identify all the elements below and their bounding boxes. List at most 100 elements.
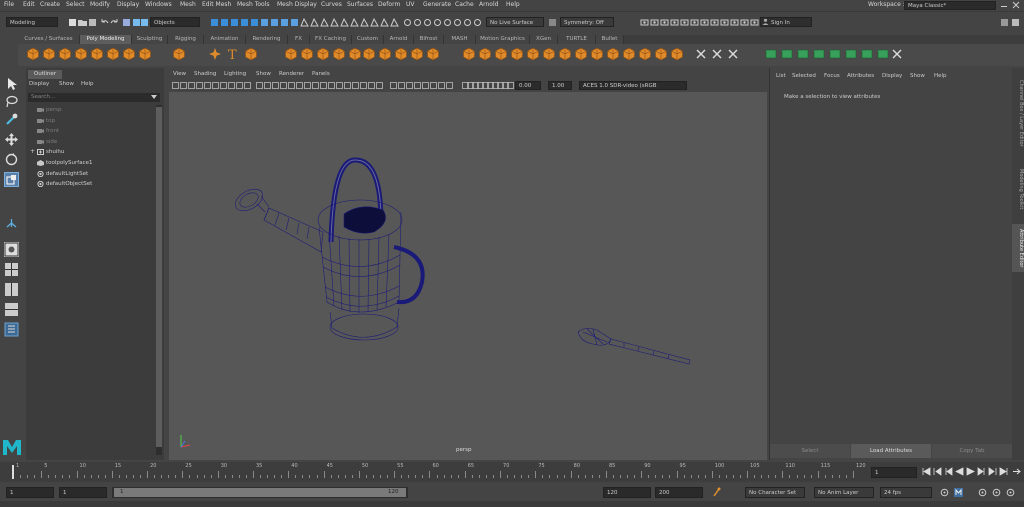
- single-perspective-layout-icon[interactable]: [4, 242, 19, 257]
- fps-dropdown[interactable]: 24 fps: [880, 487, 932, 498]
- outliner-menu-show[interactable]: Show: [59, 81, 74, 87]
- viewport-tool-icon-16[interactable]: [296, 82, 303, 89]
- tab-custom[interactable]: Custom: [352, 35, 384, 44]
- current-frame-field[interactable]: 1: [871, 467, 917, 478]
- offset-loop-icon[interactable]: [606, 47, 620, 61]
- selection-mask-icon-6[interactable]: [260, 18, 269, 27]
- render-icon-10[interactable]: [730, 18, 739, 27]
- exposure-field[interactable]: 0.00: [515, 81, 541, 90]
- attribute-menu-show[interactable]: Show: [910, 73, 925, 79]
- tab-bifrost[interactable]: Bifrost: [414, 35, 444, 44]
- selection-mode-field[interactable]: Objects: [150, 17, 200, 27]
- live-surface-field[interactable]: No Live Surface: [486, 17, 544, 27]
- search-dropdown-icon[interactable]: [151, 95, 157, 102]
- show-manipulator-icon[interactable]: [4, 216, 19, 231]
- outliner-item-toolpolysurface1[interactable]: toolpolySurface1: [30, 158, 150, 168]
- history-icon-4[interactable]: [433, 18, 442, 27]
- viewport-tool-icon-28[interactable]: [398, 82, 405, 89]
- viewport-tool-icon-19[interactable]: [320, 82, 327, 89]
- history-icon-7[interactable]: [463, 18, 472, 27]
- step-back-frame-icon[interactable]: [944, 467, 953, 476]
- step-forward-key-icon[interactable]: [988, 467, 997, 476]
- viewport-tool-icon-26[interactable]: [376, 82, 383, 89]
- outliner-menu-display[interactable]: Display: [29, 81, 49, 87]
- tab-bullet[interactable]: Bullet: [596, 35, 624, 44]
- sweep-mesh-icon[interactable]: [208, 47, 222, 61]
- menu-surfaces[interactable]: Surfaces: [347, 1, 373, 8]
- hierarchy-mode-icon[interactable]: [122, 18, 131, 27]
- menu-select[interactable]: Select: [66, 1, 85, 8]
- outliner-layout-icon[interactable]: [4, 322, 19, 337]
- render-icon-4[interactable]: [670, 18, 679, 27]
- append-polygon-icon[interactable]: [526, 47, 540, 61]
- anim-layer-field[interactable]: No Anim Layer: [814, 487, 874, 498]
- tab-animation[interactable]: Animation: [204, 35, 246, 44]
- poly-cone-icon[interactable]: [74, 47, 88, 61]
- paint-select-tool-icon[interactable]: [4, 112, 19, 127]
- rotate-tool-icon[interactable]: [4, 152, 19, 167]
- animation-prefs-icon[interactable]: [1006, 488, 1015, 497]
- menu-mesh-tools[interactable]: Mesh Tools: [237, 1, 269, 8]
- viewport-menu-show[interactable]: Show: [256, 71, 271, 77]
- viewport-tool-icon-29[interactable]: [406, 82, 413, 89]
- attribute-menu-help[interactable]: Help: [934, 73, 947, 79]
- tab-arnold[interactable]: Arnold: [384, 35, 414, 44]
- poly-cube-icon[interactable]: [42, 47, 56, 61]
- viewport-tool-icon-25[interactable]: [368, 82, 375, 89]
- tab-rigging[interactable]: Rigging: [168, 35, 204, 44]
- viewport-menu-renderer[interactable]: Renderer: [279, 71, 304, 77]
- cut-uv-icon[interactable]: [890, 47, 904, 61]
- viewport-tool-icon-15[interactable]: [288, 82, 295, 89]
- fill-hole-icon[interactable]: [410, 47, 424, 61]
- viewport-tool-icon-3[interactable]: [188, 82, 195, 89]
- combine-icon[interactable]: [284, 47, 298, 61]
- tab-poly-modeling[interactable]: Poly Modeling: [80, 35, 132, 44]
- move-tool-icon[interactable]: [4, 132, 19, 147]
- copy-tab-button[interactable]: Copy Tab: [932, 444, 1012, 458]
- poke-icon[interactable]: [638, 47, 652, 61]
- animation-end-field[interactable]: 200: [655, 487, 703, 498]
- viewport-tool-icon-14[interactable]: [280, 82, 287, 89]
- attribute-menu-attributes[interactable]: Attributes: [847, 73, 874, 79]
- outliner-item-side[interactable]: side: [30, 137, 150, 147]
- checker-icon[interactable]: [844, 47, 858, 61]
- viewport-tool-icon-12[interactable]: [264, 82, 271, 89]
- viewport-tool-icon-17[interactable]: [304, 82, 311, 89]
- play-forwards-icon[interactable]: [966, 467, 975, 476]
- expand-timeline-icon[interactable]: [1012, 467, 1021, 476]
- planar-map-icon[interactable]: [764, 47, 778, 61]
- outliner-item-shuihu[interactable]: + shuihu: [30, 147, 150, 157]
- selection-mask-icon-9[interactable]: [290, 18, 299, 27]
- automatic-map-icon[interactable]: [780, 47, 794, 61]
- menu-deform[interactable]: Deform: [378, 1, 400, 8]
- attribute-menu-selected[interactable]: Selected: [792, 73, 816, 79]
- playback-speed-icon[interactable]: [992, 488, 1001, 497]
- tab-sculpting[interactable]: Sculpting: [132, 35, 168, 44]
- selection-mask-icon-3[interactable]: [230, 18, 239, 27]
- viewport-tool-icon-5[interactable]: [204, 82, 211, 89]
- circularize-icon[interactable]: [670, 47, 684, 61]
- slide-edge-icon[interactable]: [710, 47, 724, 61]
- viewport-tool-icon-31[interactable]: [422, 82, 429, 89]
- menu-windows[interactable]: Windows: [145, 1, 172, 8]
- snap-icon-2[interactable]: [310, 17, 319, 27]
- workspace-dropdown[interactable]: Maya Classic*: [904, 1, 996, 10]
- color-space-dropdown[interactable]: ACES 1.0 SDR-video (sRGB: [579, 81, 687, 90]
- menu-cache[interactable]: Cache: [455, 1, 474, 8]
- playback-end-field[interactable]: 120: [603, 487, 651, 498]
- history-icon-1[interactable]: [403, 18, 412, 27]
- viewport-tool-icon-1[interactable]: [172, 82, 179, 89]
- snap-icon-5[interactable]: [340, 17, 349, 27]
- snap-icon-9[interactable]: [380, 17, 389, 27]
- tab-curves-surfaces[interactable]: Curves / Surfaces: [18, 35, 80, 44]
- mirror-icon[interactable]: [362, 47, 376, 61]
- viewport-tool-icon-30[interactable]: [414, 82, 421, 89]
- menu-generate[interactable]: Generate: [423, 1, 451, 8]
- viewport-tool-icon-22[interactable]: [344, 82, 351, 89]
- tab-modeling-toolkit[interactable]: Modeling Toolkit: [1012, 164, 1024, 214]
- selection-mask-icon-4[interactable]: [240, 18, 249, 27]
- history-icon-6[interactable]: [453, 18, 462, 27]
- menu-mesh-display[interactable]: Mesh Display: [277, 1, 317, 8]
- unfold-icon[interactable]: [876, 47, 890, 61]
- merge-icon[interactable]: [510, 47, 524, 61]
